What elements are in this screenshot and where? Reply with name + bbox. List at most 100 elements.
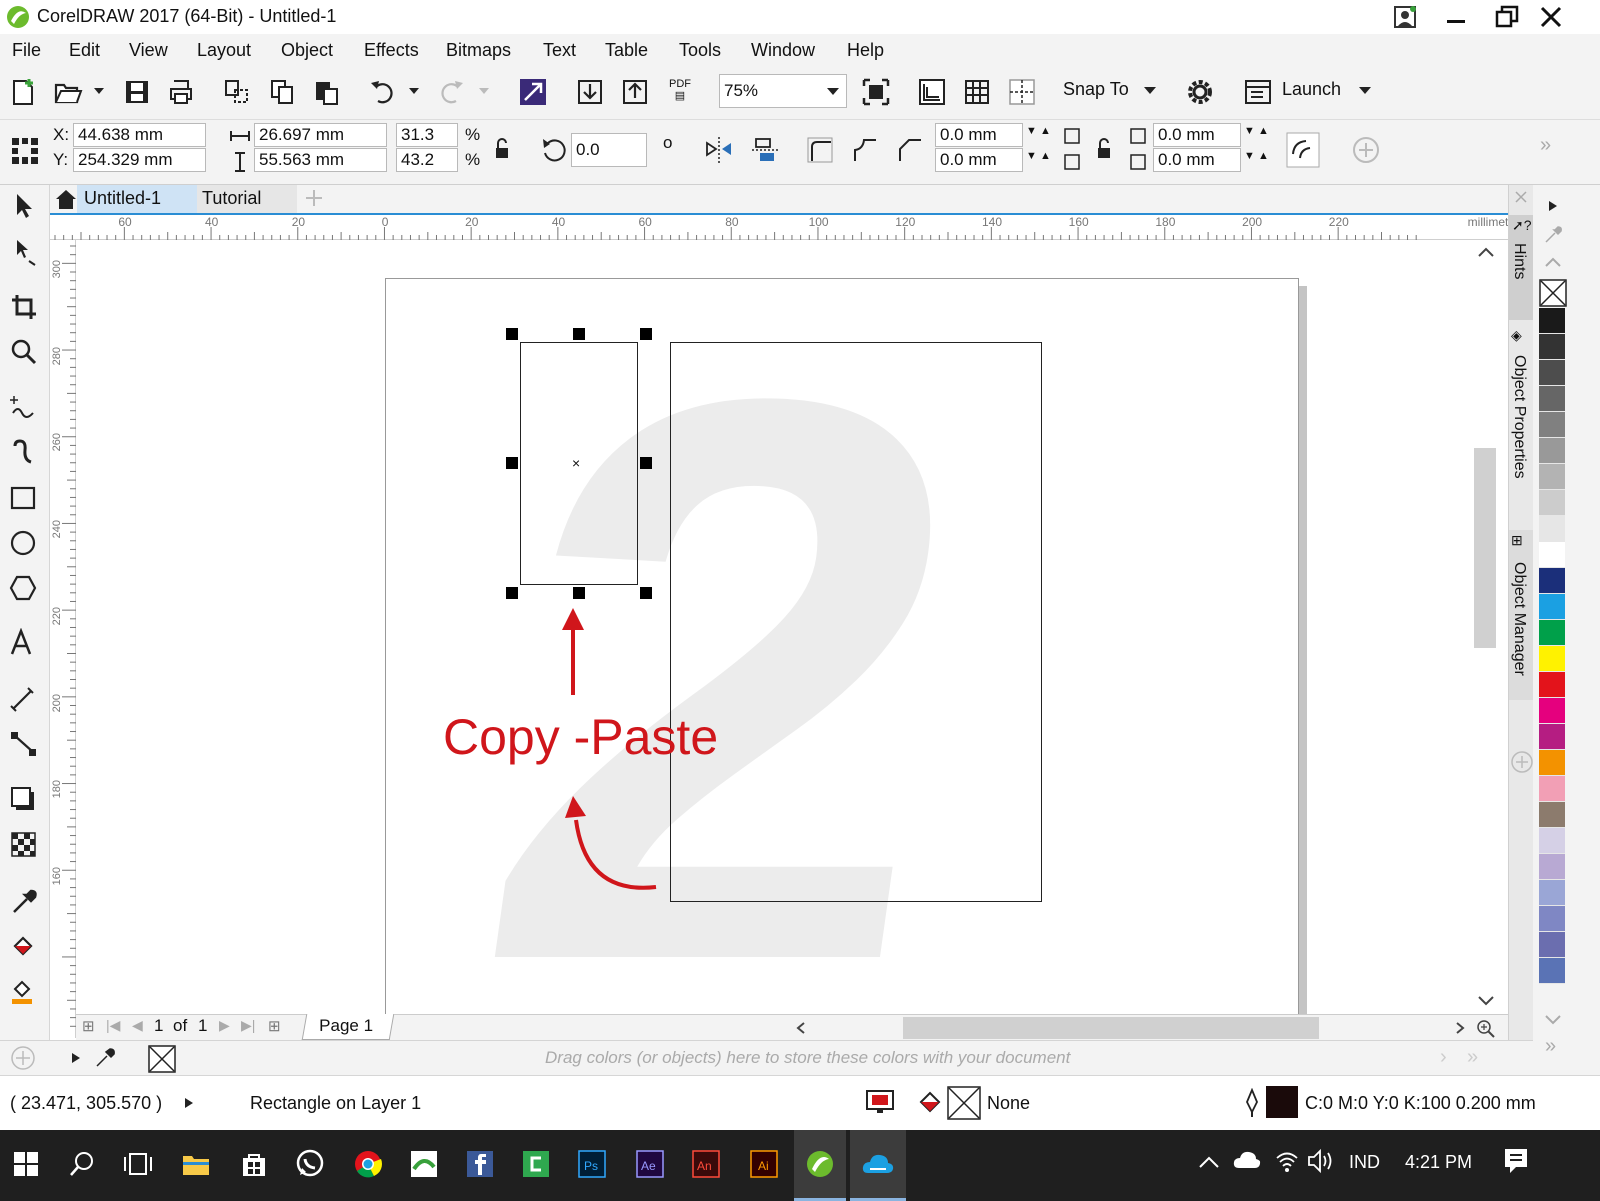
- account-icon[interactable]: [1393, 4, 1419, 30]
- launch-dropdown-icon[interactable]: [1358, 86, 1372, 96]
- paste-icon[interactable]: [312, 77, 342, 107]
- smart-fill-tool-icon[interactable]: [9, 977, 39, 1007]
- next-page-icon[interactable]: ▶: [219, 1017, 230, 1034]
- file-explorer-button[interactable]: [176, 1142, 216, 1186]
- doc-palette-expand-icon[interactable]: »: [1467, 1046, 1478, 1069]
- add-doc-color-icon[interactable]: [10, 1045, 36, 1071]
- palette-swatch[interactable]: [1539, 412, 1565, 438]
- zoom-dropdown-icon[interactable]: [826, 87, 840, 97]
- palette-swatch[interactable]: [1539, 958, 1565, 984]
- first-page-icon[interactable]: |◀: [106, 1017, 120, 1034]
- menu-object[interactable]: Object: [281, 40, 333, 61]
- onedrive-cloud-icon[interactable]: [1232, 1148, 1262, 1170]
- palette-eyedropper-icon[interactable]: [1543, 225, 1563, 245]
- palette-menu-icon[interactable]: [1547, 199, 1559, 213]
- new-document-icon[interactable]: [9, 77, 39, 107]
- docker-tab-hints[interactable]: ➚? Hints: [1509, 215, 1534, 320]
- previous-page-icon[interactable]: ◀: [132, 1017, 143, 1034]
- menu-view[interactable]: View: [129, 40, 168, 61]
- restore-icon[interactable]: [1494, 4, 1520, 30]
- launch-button[interactable]: Launch: [1282, 79, 1341, 100]
- zoom-tool-icon[interactable]: [9, 337, 39, 367]
- add-docker-icon[interactable]: [1510, 750, 1534, 774]
- open-dropdown-icon[interactable]: [93, 86, 105, 96]
- eyedropper-tool-icon[interactable]: [9, 887, 39, 917]
- palette-swatch[interactable]: [1539, 802, 1565, 828]
- palette-swatch[interactable]: [1539, 360, 1565, 386]
- undo-icon[interactable]: [368, 77, 398, 107]
- full-screen-preview-icon[interactable]: [861, 77, 891, 107]
- palette-swatch[interactable]: [1539, 464, 1565, 490]
- menu-window[interactable]: Window: [751, 40, 815, 61]
- launch-icon[interactable]: [1243, 77, 1273, 107]
- input-language-indicator[interactable]: IND: [1349, 1152, 1380, 1173]
- insert-page-before-icon[interactable]: ⊞: [82, 1017, 95, 1035]
- scroll-right-icon[interactable]: [1453, 1021, 1467, 1035]
- scroll-up-icon[interactable]: [1476, 245, 1496, 259]
- interactive-fill-tool-icon[interactable]: [9, 932, 39, 962]
- palette-swatch[interactable]: [1539, 698, 1565, 724]
- menu-bitmaps[interactable]: Bitmaps: [446, 40, 511, 61]
- drop-shadow-tool-icon[interactable]: [9, 785, 39, 815]
- rectangle-tool-icon[interactable]: [9, 483, 39, 513]
- quick-customize-add-icon[interactable]: [1351, 135, 1381, 165]
- export-icon[interactable]: [620, 77, 650, 107]
- palette-swatch[interactable]: [1539, 620, 1565, 646]
- docker-tab-object-properties[interactable]: ◈ Object Properties: [1509, 325, 1534, 525]
- palette-swatch[interactable]: [1539, 334, 1565, 360]
- palette-scroll-up-icon[interactable]: [1543, 255, 1563, 269]
- page-1-tab[interactable]: Page 1: [301, 1014, 395, 1040]
- zoom-navigator-icon[interactable]: [1476, 1019, 1496, 1039]
- palette-swatch[interactable]: [1539, 854, 1565, 880]
- x-position-field[interactable]: 44.638 mm: [73, 123, 206, 147]
- scroll-left-icon[interactable]: [794, 1021, 808, 1035]
- corner-radius-bl-field[interactable]: 0.0 mm: [935, 148, 1023, 172]
- copy-icon[interactable]: [268, 77, 298, 107]
- whatsapp-button[interactable]: [290, 1142, 330, 1186]
- open-folder-icon[interactable]: [53, 77, 83, 107]
- property-bar-overflow-icon[interactable]: »: [1540, 134, 1551, 157]
- palette-swatch[interactable]: [1539, 568, 1565, 594]
- cloud-app-taskbar-button[interactable]: [850, 1130, 906, 1201]
- palette-swatch[interactable]: [1539, 880, 1565, 906]
- options-gear-icon[interactable]: [1185, 77, 1215, 107]
- import-icon[interactable]: [575, 77, 605, 107]
- illustrator-button[interactable]: Ai: [744, 1142, 784, 1186]
- horizontal-ruler[interactable]: 60 40 20 0 20 40 60 80 100 120 140 160 180 200 220 mil…: [50, 215, 1533, 240]
- menu-table[interactable]: Table: [605, 40, 648, 61]
- drawing-canvas[interactable]: 2 × Copy -Paste: [76, 240, 1508, 1038]
- print-icon[interactable]: [166, 77, 196, 107]
- menu-tools[interactable]: Tools: [679, 40, 721, 61]
- volume-icon[interactable]: [1306, 1148, 1336, 1174]
- palette-swatch[interactable]: [1539, 750, 1565, 776]
- corner-spinner-4-icon[interactable]: ▼ ▲: [1244, 150, 1269, 162]
- store-button[interactable]: [234, 1142, 274, 1186]
- minimize-icon[interactable]: [1444, 8, 1470, 28]
- menu-edit[interactable]: Edit: [69, 40, 100, 61]
- palette-expand-icon[interactable]: »: [1545, 1035, 1556, 1058]
- shape-tool-icon[interactable]: [9, 237, 39, 267]
- scale-height-field[interactable]: 43.2: [396, 148, 458, 172]
- palette-swatch[interactable]: [1539, 438, 1565, 464]
- new-tab-plus-icon[interactable]: [303, 187, 325, 209]
- corner-spinner-3-icon[interactable]: ▼ ▲: [1244, 125, 1269, 137]
- redo-icon[interactable]: [436, 77, 466, 107]
- lock-ratio-icon[interactable]: [494, 138, 512, 162]
- corner-radius-br-field[interactable]: 0.0 mm: [1153, 148, 1241, 172]
- save-icon[interactable]: [122, 77, 152, 107]
- palette-swatch[interactable]: [1539, 932, 1565, 958]
- pick-tool-icon[interactable]: [9, 191, 39, 221]
- palette-swatch[interactable]: [1539, 724, 1565, 750]
- palette-swatch[interactable]: [1539, 386, 1565, 412]
- scale-width-field[interactable]: 31.3: [396, 123, 458, 147]
- tab-tutorial[interactable]: Tutorial: [197, 185, 297, 213]
- cut-icon[interactable]: [222, 77, 252, 107]
- task-view-button[interactable]: [118, 1142, 158, 1186]
- horizontal-scrollbar-thumb[interactable]: [903, 1017, 1319, 1039]
- menu-layout[interactable]: Layout: [197, 40, 251, 61]
- mirror-vertical-icon[interactable]: [750, 135, 780, 165]
- redo-dropdown-icon[interactable]: [478, 86, 490, 96]
- taskbar-search-button[interactable]: [62, 1142, 102, 1186]
- chrome-button[interactable]: [348, 1142, 388, 1186]
- palette-swatch[interactable]: [1539, 776, 1565, 802]
